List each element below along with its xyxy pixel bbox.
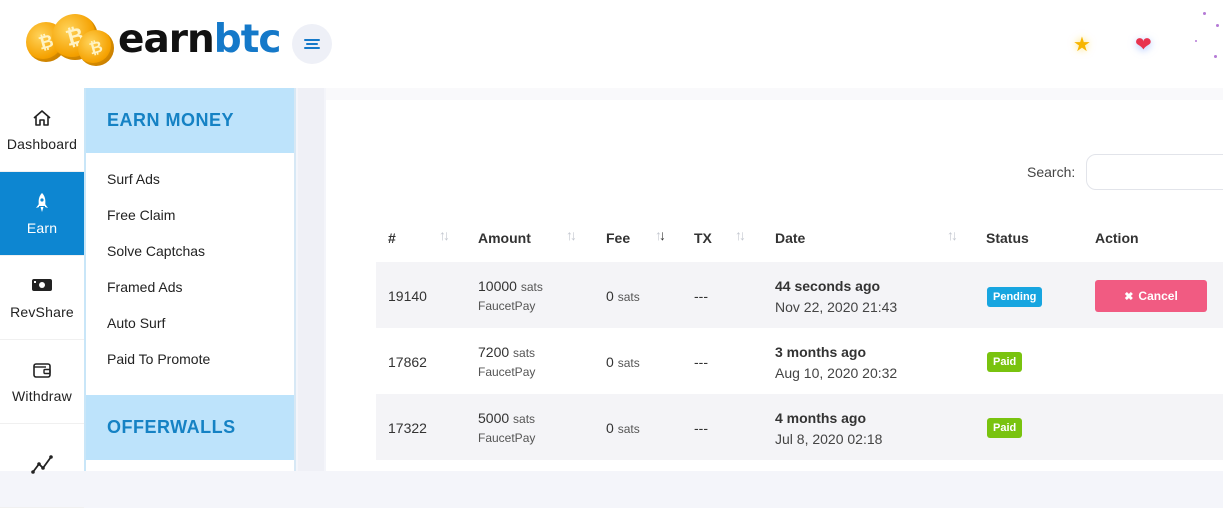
menu-icon [304, 37, 320, 51]
row-date-relative: 44 seconds ago [775, 278, 881, 294]
amount-value: 10000 [478, 278, 517, 294]
decor-dot [1216, 24, 1219, 27]
row-fee: 0 sats [606, 288, 640, 304]
row-amount: 5000 sats [478, 410, 535, 426]
sort-icon[interactable]: ↑↓ [735, 227, 746, 243]
coins-logo-icon: ₿ ₿ ₿ [26, 12, 118, 70]
row-date-absolute: Jul 8, 2020 02:18 [775, 431, 883, 447]
top-header: ₿ ₿ ₿ earnbtc ★ ❤ [0, 0, 1223, 88]
status-badge: Paid [987, 418, 1023, 438]
fee-unit: sats [617, 356, 640, 370]
heart-icon[interactable]: ❤ [1135, 34, 1152, 56]
amount-value: 7200 [478, 344, 510, 360]
rail-label-earn: Earn [26, 219, 58, 236]
chart-line-icon [31, 454, 53, 478]
amount-unit: sats [520, 280, 543, 294]
submenu-list: Surf Ads Free Claim Solve Captchas Frame… [86, 153, 294, 385]
row-tx: --- [694, 420, 708, 436]
sort-icon[interactable]: ↑↓ [947, 227, 958, 243]
search-input[interactable] [1086, 154, 1223, 190]
table-row: 17862 7200 sats FaucetPay 0 sats --- 3 m… [376, 328, 1223, 394]
money-icon [31, 276, 53, 300]
table-row: 17322 5000 sats FaucetPay 0 sats --- 4 m… [376, 394, 1223, 460]
logo-wordmark: earnbtc [118, 16, 281, 62]
status-badge: Paid [987, 352, 1023, 372]
home-icon [32, 108, 52, 132]
column-header-id[interactable]: # [388, 230, 396, 246]
fee-value: 0 [606, 420, 614, 436]
column-header-tx[interactable]: TX [694, 230, 712, 246]
column-header-action: Action [1095, 230, 1139, 246]
submenu-item-paid-to-promote[interactable]: Paid To Promote [86, 349, 294, 385]
rail-item-dashboard[interactable]: Dashboard [0, 88, 84, 172]
row-method: FaucetPay [478, 431, 536, 445]
cancel-button[interactable]: ✖ Cancel [1095, 280, 1207, 312]
fee-unit: sats [617, 290, 640, 304]
decor-dot [1195, 40, 1197, 42]
status-badge: Pending [987, 287, 1043, 307]
menu-toggle-button[interactable] [292, 24, 332, 64]
sort-active-icon[interactable]: ↑↓ [655, 227, 666, 243]
close-icon: ✖ [1124, 290, 1134, 303]
sort-icon[interactable]: ↑↓ [439, 227, 450, 243]
fee-unit: sats [617, 422, 640, 436]
row-amount: 10000 sats [478, 278, 543, 294]
amount-value: 5000 [478, 410, 510, 426]
rail-item-withdraw[interactable]: Withdraw [0, 340, 84, 424]
earn-submenu: EARN MONEY Surf Ads Free Claim Solve Cap… [84, 88, 296, 471]
amount-unit: sats [513, 346, 536, 360]
submenu-item-free-claim[interactable]: Free Claim [86, 205, 294, 241]
row-id: 19140 [388, 288, 427, 304]
icon-sidebar: Dashboard Earn RevShare Withdraw [0, 88, 84, 508]
star-icon[interactable]: ★ [1073, 34, 1091, 56]
row-method: FaucetPay [478, 299, 536, 313]
decor-dot [1214, 55, 1217, 58]
column-header-amount[interactable]: Amount [478, 230, 531, 246]
submenu-item-solve-captchas[interactable]: Solve Captchas [86, 241, 294, 277]
column-header-status[interactable]: Status [986, 230, 1029, 246]
submenu-item-framed-ads[interactable]: Framed Ads [86, 277, 294, 313]
row-fee: 0 sats [606, 420, 640, 436]
amount-unit: sats [513, 412, 536, 426]
column-header-date[interactable]: Date [775, 230, 805, 246]
rail-item-stats[interactable] [0, 424, 84, 508]
row-date-relative: 4 months ago [775, 410, 867, 426]
submenu-item-auto-surf[interactable]: Auto Surf [86, 313, 294, 349]
submenu-item-surf-ads[interactable]: Surf Ads [86, 169, 294, 205]
rocket-icon [32, 192, 52, 216]
rail-label-dashboard: Dashboard [6, 135, 78, 152]
column-header-fee[interactable]: Fee [606, 230, 630, 246]
sort-icon[interactable]: ↑↓ [566, 227, 577, 243]
rail-label-revshare: RevShare [10, 303, 74, 320]
rail-label-withdraw: Withdraw [12, 387, 72, 404]
rail-item-earn[interactable]: Earn [0, 172, 84, 256]
cancel-label: Cancel [1138, 289, 1178, 303]
row-amount: 7200 sats [478, 344, 535, 360]
fee-value: 0 [606, 288, 614, 304]
content-gutter [298, 88, 324, 471]
row-date-relative: 3 months ago [775, 344, 867, 360]
search-label: Search: [1027, 164, 1076, 180]
decor-dot [1203, 12, 1206, 15]
row-tx: --- [694, 354, 708, 370]
row-tx: --- [694, 288, 708, 304]
row-date-absolute: Aug 10, 2020 20:32 [775, 365, 898, 381]
submenu-heading-offerwalls[interactable]: OFFERWALLS [86, 395, 294, 460]
site-logo[interactable]: ₿ ₿ ₿ earnbtc [26, 12, 281, 70]
submenu-heading: EARN MONEY [86, 88, 294, 153]
table-row: 19140 10000 sats FaucetPay 0 sats --- 44… [376, 262, 1223, 328]
wallet-icon [32, 360, 52, 384]
row-date-absolute: Nov 22, 2020 21:43 [775, 299, 898, 315]
fee-value: 0 [606, 354, 614, 370]
row-id: 17862 [388, 354, 427, 370]
row-method: FaucetPay [478, 365, 536, 379]
rail-item-revshare[interactable]: RevShare [0, 256, 84, 340]
row-fee: 0 sats [606, 354, 640, 370]
row-id: 17322 [388, 420, 427, 436]
